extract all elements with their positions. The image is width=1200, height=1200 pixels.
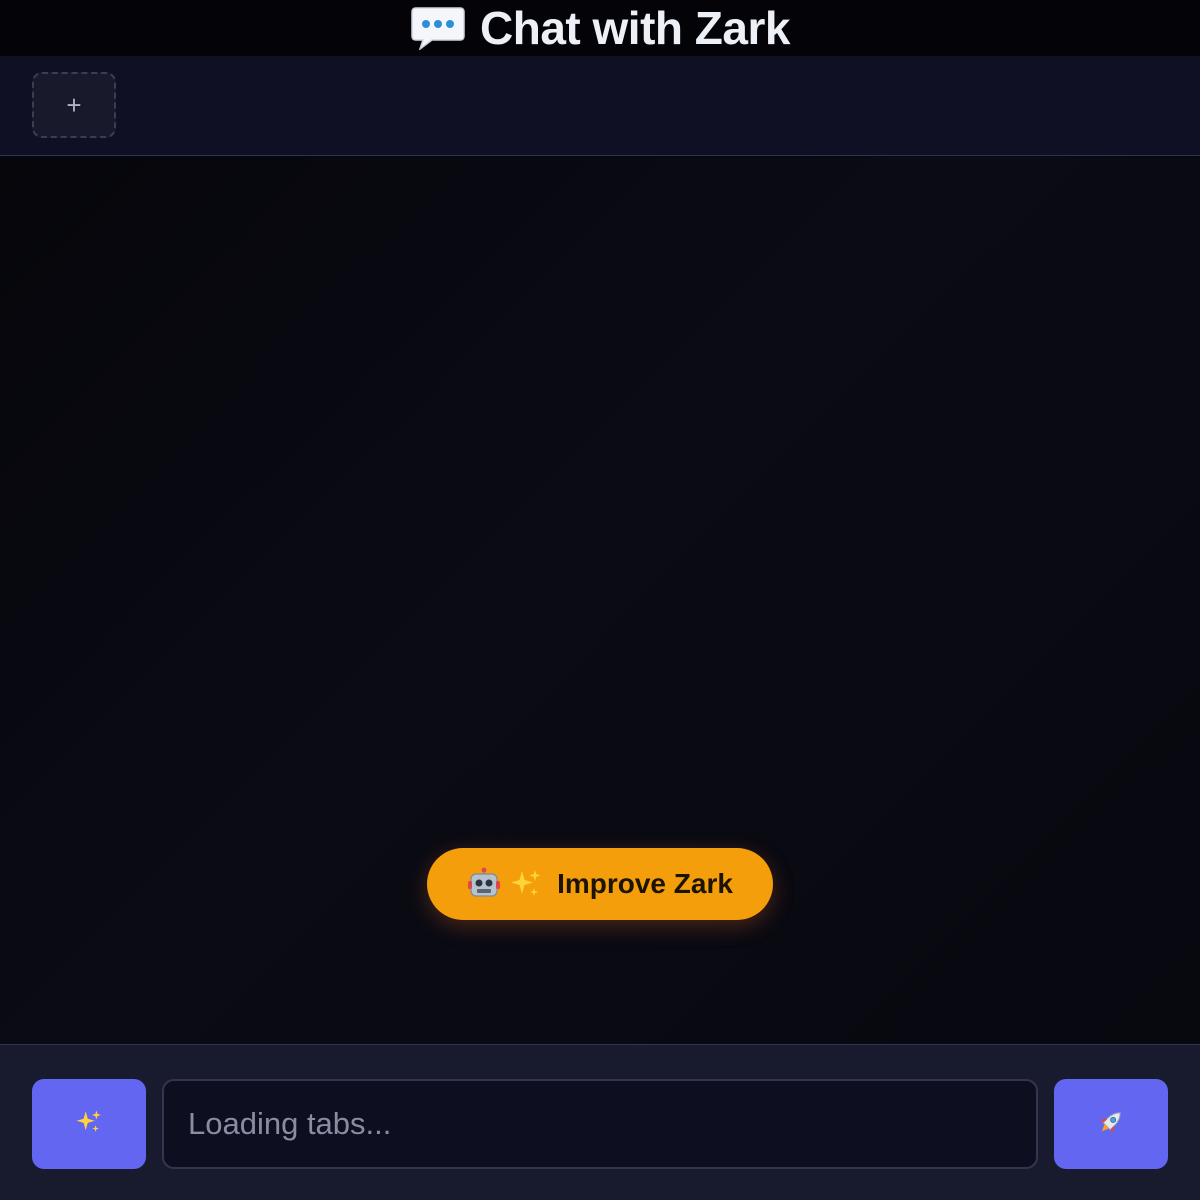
sparkles-icon <box>509 867 543 901</box>
improve-zark-button[interactable]: Improve Zark <box>427 848 773 920</box>
sparkles-icon <box>75 1108 103 1141</box>
tab-bar: + <box>0 56 1200 156</box>
improve-zark-label: Improve Zark <box>557 868 733 899</box>
add-tab-button[interactable]: + <box>32 72 116 138</box>
rocket-icon <box>1096 1107 1126 1142</box>
send-button[interactable] <box>1054 1079 1168 1169</box>
magic-prompt-button[interactable] <box>32 1079 146 1169</box>
robot-icon <box>467 867 501 901</box>
speech-balloon-icon <box>410 6 466 52</box>
message-input[interactable] <box>162 1079 1038 1169</box>
app-header: Chat with Zark <box>0 0 1200 56</box>
input-bar <box>0 1044 1200 1200</box>
page-title: Chat with Zark <box>480 2 790 54</box>
